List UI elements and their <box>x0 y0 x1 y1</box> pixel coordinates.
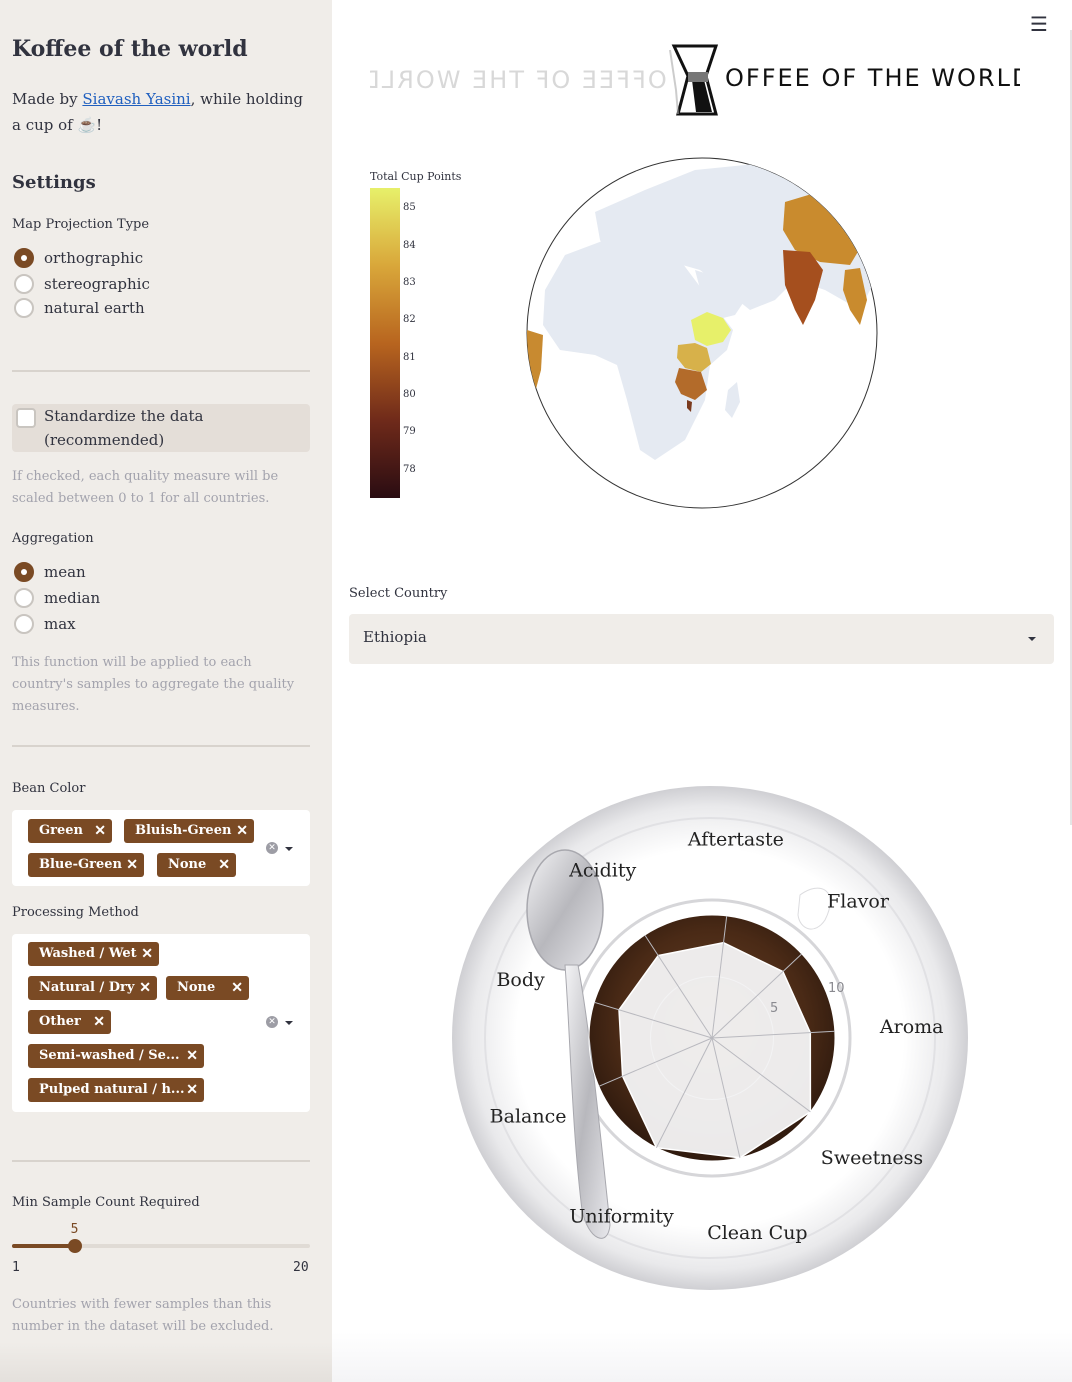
remove-tag-icon[interactable]: ✕ <box>218 853 230 877</box>
remove-tag-icon[interactable]: ✕ <box>236 819 248 843</box>
standardize-checkbox-row[interactable]: Standardize the data (recommended) <box>12 404 310 452</box>
settings-heading: Settings <box>12 172 96 193</box>
remove-tag-icon[interactable]: ✕ <box>93 1010 105 1034</box>
colorbar-title: Total Cup Points <box>370 170 462 183</box>
aggregation-label: Aggregation <box>12 531 94 546</box>
radar-axis-label: Balance <box>490 1106 567 1128</box>
app-title: Koffee of the world <box>12 36 248 62</box>
radar-axis-label: Aftertaste <box>687 828 784 850</box>
radio-empty-icon <box>14 298 34 318</box>
radar-axis-label: Body <box>496 969 545 991</box>
checkbox-icon[interactable] <box>16 408 36 428</box>
svg-text:OFFEE OF THE WORLD: OFFEE OF THE WORLD <box>370 66 667 94</box>
tag-none[interactable]: None ✕ <box>166 976 249 1000</box>
bean-color-multiselect[interactable]: Green ✕ Bluish-Green ✕ Blue-Green ✕ None ✕ ✕ <box>12 810 310 886</box>
bottom-fade <box>332 1332 1072 1382</box>
coffee-of-the-world-logo: OFFEE OF THE WORLD OFFEE OF THE WORLD <box>370 44 1020 116</box>
colorbar-tick: 82 <box>403 314 416 325</box>
logo-mirror-text: OFFEE OF THE WORLD <box>370 66 667 94</box>
logo-text: OFFEE OF THE WORLD <box>725 64 1020 92</box>
colorbar-tick: 81 <box>403 352 416 363</box>
colorbar <box>370 188 400 498</box>
tag-other[interactable]: Other ✕ <box>28 1010 111 1034</box>
tag-natural-dry[interactable]: Natural / Dry ✕ <box>28 976 157 1000</box>
remove-tag-icon[interactable]: ✕ <box>126 853 138 877</box>
select-country-label: Select Country <box>349 586 448 601</box>
clear-all-icon[interactable]: ✕ <box>266 842 278 854</box>
sidebar: Koffee of the world Made by Siavash Yasi… <box>0 0 332 1382</box>
radar-axis-label: Acidity <box>568 860 636 882</box>
tag-green[interactable]: Green ✕ <box>28 819 112 843</box>
min-sample-slider[interactable] <box>12 1239 310 1253</box>
divider <box>12 1160 310 1162</box>
coffee-radar-chart[interactable]: Aftertaste Flavor Aroma Sweetness Clean Cup U… <box>440 770 980 1300</box>
chemex-icon <box>669 44 719 116</box>
radar-ring-label: 10 <box>828 981 845 996</box>
slider-max: 20 <box>293 1260 309 1275</box>
slider-fill <box>12 1244 75 1248</box>
remove-tag-icon[interactable]: ✕ <box>94 819 106 843</box>
made-by-text: Made by Siavash Yasini, while holding a … <box>12 90 304 134</box>
radar-axis-label: Uniformity <box>569 1205 674 1227</box>
hamburger-icon[interactable]: ☰ <box>1030 12 1048 36</box>
tag-blue-green[interactable]: Blue-Green ✕ <box>28 853 144 877</box>
aggregation-help: This function will be applied to each co… <box>12 655 295 714</box>
radio-empty-icon <box>14 274 34 294</box>
radar-axis-label: Sweetness <box>821 1147 923 1169</box>
country-select-value: Ethiopia <box>363 628 427 646</box>
tag-washed-wet[interactable]: Washed / Wet ✕ <box>28 942 159 966</box>
min-sample-help: Countries with fewer samples than this n… <box>12 1297 274 1334</box>
remove-tag-icon[interactable]: ✕ <box>186 1078 198 1102</box>
divider <box>12 370 310 372</box>
sidebar-fade <box>0 1342 332 1382</box>
projection-label: Map Projection Type <box>12 217 150 232</box>
min-sample-label: Min Sample Count Required <box>12 1195 200 1210</box>
processing-multiselect[interactable]: Washed / Wet ✕ Natural / Dry ✕ None ✕ Other… <box>12 934 310 1112</box>
country-select[interactable]: Ethiopia <box>349 614 1054 664</box>
projection-option-stereographic[interactable]: stereographic <box>14 272 150 296</box>
colorbar-tick: 83 <box>403 277 416 288</box>
radar-ring-label: 5 <box>770 1001 778 1016</box>
radio-selected-icon <box>14 248 34 268</box>
tag-none[interactable]: None ✕ <box>157 853 236 877</box>
choropleth-map[interactable]: Total Cup Points 85 84 83 82 81 80 79 78 <box>355 150 895 520</box>
projection-option-orthographic[interactable]: orthographic <box>14 246 143 270</box>
bean-color-label: Bean Color <box>12 781 86 796</box>
chevron-down-icon[interactable] <box>285 847 293 851</box>
aggregation-option-median[interactable]: median <box>14 586 100 610</box>
colorbar-tick: 78 <box>403 464 416 475</box>
remove-tag-icon[interactable]: ✕ <box>231 976 243 1000</box>
chevron-down-icon[interactable] <box>285 1021 293 1025</box>
slider-value: 5 <box>70 1222 79 1237</box>
radio-selected-icon <box>14 562 34 582</box>
tag-semi-washed[interactable]: Semi-washed / Se... ✕ <box>28 1044 204 1068</box>
colorbar-tick: 85 <box>403 202 416 213</box>
chevron-down-icon[interactable] <box>1028 637 1036 641</box>
projection-option-natural-earth[interactable]: natural earth <box>14 296 145 320</box>
aggregation-option-max[interactable]: max <box>14 612 76 636</box>
remove-tag-icon[interactable]: ✕ <box>139 976 151 1000</box>
colorbar-tick: 84 <box>403 240 416 251</box>
radio-empty-icon <box>14 614 34 634</box>
radar-axis-label: Flavor <box>827 890 890 912</box>
author-link[interactable]: Siavash Yasini <box>82 90 190 108</box>
standardize-help: If checked, each quality measure will be… <box>12 469 279 506</box>
processing-label: Processing Method <box>12 905 139 920</box>
aggregation-option-mean[interactable]: mean <box>14 560 86 584</box>
remove-tag-icon[interactable]: ✕ <box>186 1044 198 1068</box>
clear-all-icon[interactable]: ✕ <box>266 1016 278 1028</box>
standardize-label: Standardize the data (recommended) <box>44 407 204 449</box>
tag-pulped-natural[interactable]: Pulped natural / h... ✕ <box>28 1078 204 1102</box>
colorbar-tick: 80 <box>403 389 416 400</box>
remove-tag-icon[interactable]: ✕ <box>141 942 153 966</box>
slider-min: 1 <box>12 1260 20 1275</box>
radar-axis-label: Clean Cup <box>707 1222 807 1244</box>
radar-axis-label: Aroma <box>879 1016 944 1038</box>
tag-bluish-green[interactable]: Bluish-Green ✕ <box>124 819 254 843</box>
slider-thumb[interactable] <box>67 1239 82 1253</box>
radio-empty-icon <box>14 588 34 608</box>
colorbar-tick: 79 <box>403 426 416 437</box>
divider <box>12 745 310 747</box>
